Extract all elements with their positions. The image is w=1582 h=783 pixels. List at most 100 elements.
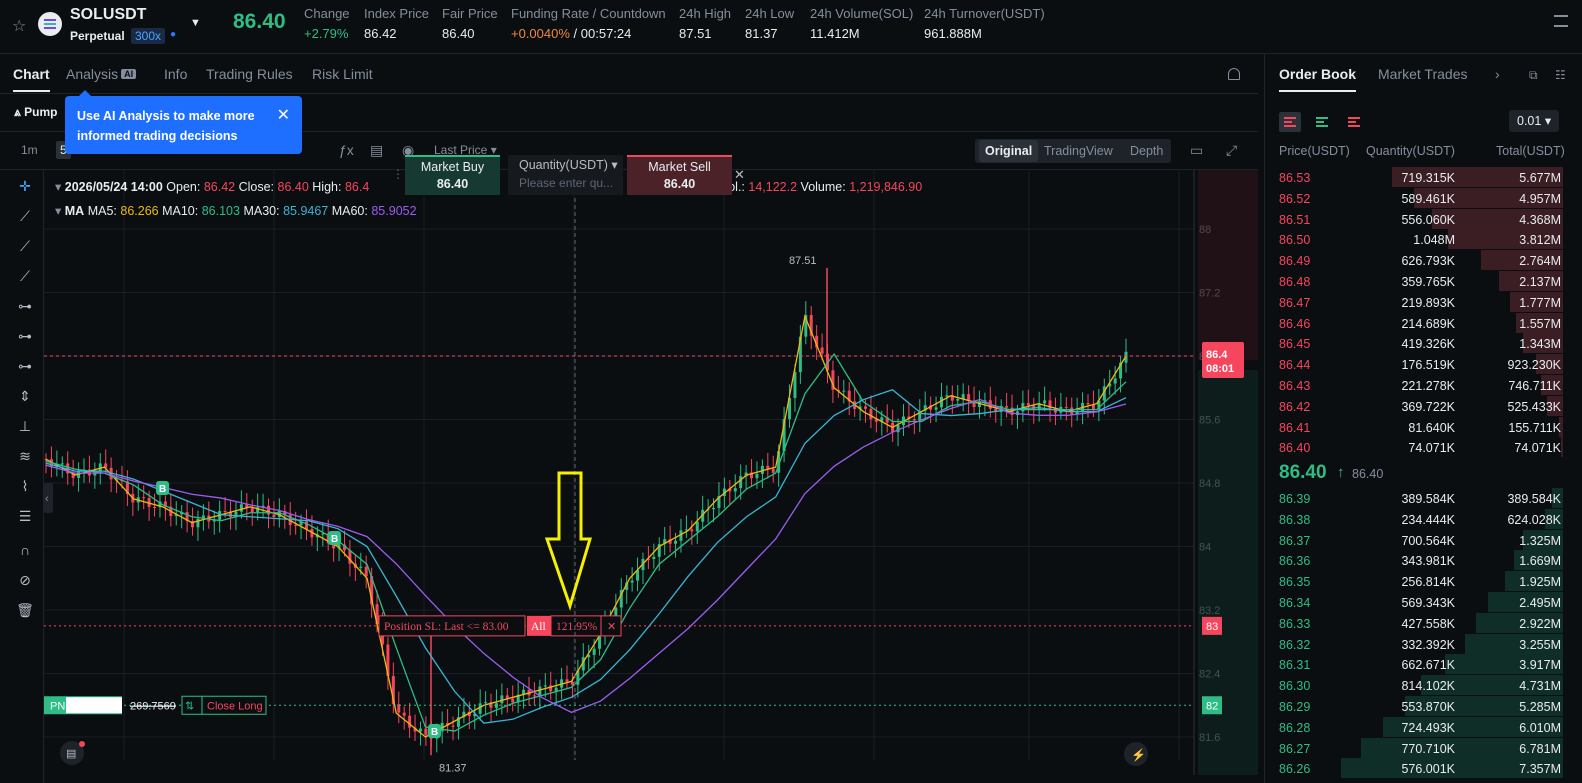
price-cell: 86.43 <box>1279 379 1311 393</box>
candle-body <box>1043 400 1047 404</box>
candle-body <box>592 648 596 655</box>
order-book-row[interactable]: 86.27 770.710K 6.781M <box>1265 737 1582 759</box>
panel-settings-icon[interactable]: ☷ <box>1555 68 1566 82</box>
candlestick-chart[interactable]: 8887.286.485.684.88483.282.481.687.5181.… <box>44 170 1258 775</box>
order-book-row[interactable]: 86.49 626.793K 2.764M <box>1265 250 1582 271</box>
price-range-icon[interactable]: ⊥ <box>15 418 35 435</box>
order-book-row[interactable]: 86.34 569.343K 2.495M <box>1265 592 1582 613</box>
tab-market-trades[interactable]: Market Trades <box>1378 66 1467 82</box>
order-book-row[interactable]: 86.30 814.102K 4.731M <box>1265 675 1582 696</box>
order-book-row[interactable]: 86.44 176.519K 923.230K <box>1265 354 1582 375</box>
indicator-fx-icon[interactable]: ƒx <box>339 142 354 158</box>
order-book-row[interactable]: 86.38 234.444K 624.028K <box>1265 508 1582 530</box>
symbol-name[interactable]: SOLUSDT <box>70 6 146 24</box>
delete-trash-icon[interactable]: 🗑 <box>15 602 35 619</box>
order-book-row[interactable]: 86.41 81.640K 155.711K <box>1265 416 1582 438</box>
horizontal-ray-icon[interactable]: ⊶ <box>15 328 35 345</box>
settings-sliders-icon[interactable] <box>1554 15 1568 27</box>
col-total-header: Total(USDT) <box>1496 144 1565 158</box>
layout-grid-icon[interactable]: ▤ <box>370 142 383 159</box>
order-book-row[interactable]: 86.53 719.315K 5.677M <box>1265 167 1582 188</box>
total-cell: 525.433K <box>1507 399 1561 414</box>
hide-drawings-eye-icon[interactable]: ⊘ <box>15 572 35 589</box>
candle-body <box>912 419 916 421</box>
candle-body <box>771 468 775 473</box>
candle-body <box>1086 403 1090 405</box>
collapse-icon[interactable]: ▾ <box>55 204 61 218</box>
chevron-right-icon[interactable]: › <box>1495 66 1500 82</box>
candle-body <box>543 685 547 687</box>
order-book-row[interactable]: 86.39 389.584K 389.584K <box>1265 488 1582 509</box>
popout-icon[interactable]: ⧉ <box>1529 68 1538 83</box>
view-asks-icon[interactable] <box>1343 112 1365 132</box>
view-bids-icon[interactable] <box>1311 112 1333 132</box>
market-buy-button[interactable]: Market Buy 86.40 <box>405 155 500 195</box>
order-book-row[interactable]: 86.46 214.689K 1.557M <box>1265 312 1582 334</box>
order-book-row[interactable]: 86.45 419.326K 1.343M <box>1265 333 1582 354</box>
vertical-line-icon[interactable]: ⇕ <box>15 388 35 405</box>
order-book-row[interactable]: 86.50 1.048M 3.812M <box>1265 229 1582 250</box>
order-book-row[interactable]: 86.42 369.722K 525.433K <box>1265 395 1582 417</box>
tooltip-close-icon[interactable]: ✕ <box>277 105 290 125</box>
precision-select[interactable]: 0.01 ▾ <box>1509 110 1559 132</box>
trend-line-icon[interactable]: ⟋ <box>15 208 35 225</box>
view-original[interactable]: Original <box>979 140 1039 162</box>
view-tradingview[interactable]: TradingView <box>1044 144 1113 158</box>
tab-risk-limit[interactable]: Risk Limit <box>312 66 373 82</box>
quantity-cell: 724.493K <box>1401 720 1455 735</box>
candle-body <box>939 396 943 408</box>
order-book-row[interactable]: 86.48 359.765K 2.137M <box>1265 271 1582 292</box>
quick-trade-close-icon[interactable]: ✕ <box>734 167 745 183</box>
timeframe-1m[interactable]: 1m <box>21 143 38 157</box>
quantity-input[interactable]: Quantity(USDT) ▾ Please enter qu... <box>508 155 623 195</box>
window-icon[interactable]: ▭ <box>1190 142 1203 159</box>
order-book-row[interactable]: 86.52 589.461K 4.957M <box>1265 187 1582 209</box>
order-book-row[interactable]: 86.47 219.893K 1.777M <box>1265 291 1582 313</box>
collapse-icon[interactable]: ▾ <box>55 180 61 194</box>
pump-indicator[interactable]: ⩓ Pump <box>14 105 57 120</box>
quantity-cell: 343.981K <box>1401 554 1455 569</box>
fullscreen-icon[interactable]: ⤢ <box>1226 142 1237 159</box>
order-book-row[interactable]: 86.33 427.558K 2.922M <box>1265 612 1582 634</box>
pattern-icon[interactable]: ⌇ <box>15 478 35 495</box>
horizontal-line-icon[interactable]: ⊶ <box>15 298 35 315</box>
market-sell-button[interactable]: Market Sell 86.40 <box>627 155 732 195</box>
symbol-dropdown-chevron-icon[interactable]: ▼ <box>190 17 201 29</box>
bell-icon[interactable] <box>1228 68 1240 80</box>
magnet-icon[interactable]: ∩ <box>15 542 35 558</box>
order-book-row[interactable]: 86.35 256.814K 1.925M <box>1265 571 1582 592</box>
view-both-icon[interactable] <box>1279 112 1301 132</box>
order-book-row[interactable]: 86.36 343.981K 1.669M <box>1265 550 1582 571</box>
order-book-row[interactable]: 86.28 724.493K 6.010M <box>1265 716 1582 738</box>
price-cell: 86.37 <box>1279 533 1311 548</box>
order-book-row[interactable]: 86.51 556.060K 4.368M <box>1265 208 1582 230</box>
crosshair-icon[interactable]: ✛ <box>15 178 35 195</box>
quantity-cell: 221.278K <box>1401 379 1455 393</box>
tab-order-book[interactable]: Order Book <box>1279 66 1357 92</box>
parallel-channel-icon[interactable]: ⊶ <box>15 358 35 375</box>
order-book-row[interactable]: 86.43 221.278K 746.711K <box>1265 375 1582 396</box>
order-book-row[interactable]: 86.32 332.392K 3.255M <box>1265 633 1582 655</box>
extended-line-icon[interactable]: ⟋ <box>15 268 35 285</box>
tab-chart[interactable]: Chart <box>13 66 50 92</box>
candle-body <box>863 406 867 409</box>
ray-icon[interactable]: ⟋ <box>15 238 35 255</box>
drag-handle-icon[interactable]: ⋮ <box>392 167 404 181</box>
tab-trading-rules[interactable]: Trading Rules <box>206 66 293 82</box>
order-book-row[interactable]: 86.31 662.671K 3.917M <box>1265 654 1582 675</box>
price-cell: 86.35 <box>1279 575 1311 590</box>
order-book-row[interactable]: 86.37 700.564K 1.325M <box>1265 529 1582 551</box>
brush-icon[interactable]: ≋ <box>15 448 35 465</box>
tab-analysis[interactable]: Analysis AI <box>66 66 137 82</box>
tab-info[interactable]: Info <box>164 66 187 82</box>
order-book-row[interactable]: 86.40 74.071K 74.071K <box>1265 437 1582 458</box>
quantity-cell: 569.343K <box>1401 596 1455 610</box>
fibonacci-icon[interactable]: ☰ <box>15 508 35 525</box>
view-depth[interactable]: Depth <box>1130 144 1163 158</box>
stop-loss-pct: 121.95% <box>556 621 598 633</box>
favorite-star-icon[interactable]: ☆ <box>12 16 26 36</box>
col-price-header: Price(USDT) <box>1279 144 1350 158</box>
leverage-badge[interactable]: 300x <box>131 28 166 44</box>
order-book-row[interactable]: 86.26 576.001K 7.357M <box>1265 758 1582 779</box>
order-book-row[interactable]: 86.29 553.870K 5.285M <box>1265 696 1582 717</box>
